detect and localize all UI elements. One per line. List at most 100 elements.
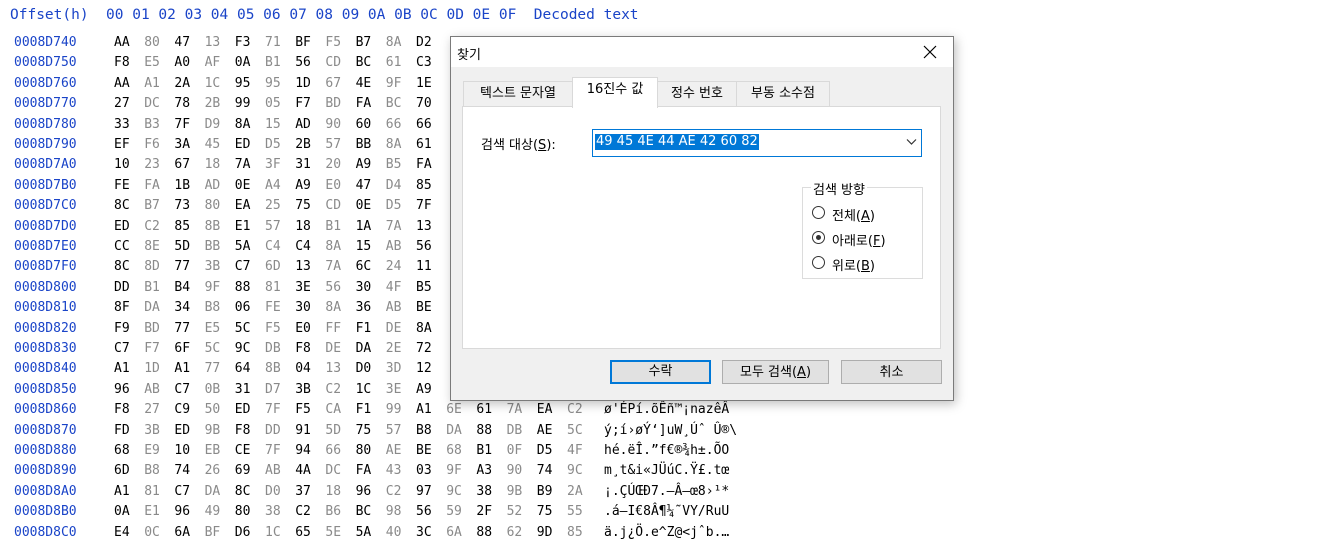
hex-byte[interactable]: 75 — [537, 504, 553, 519]
hex-byte[interactable]: AB — [144, 382, 160, 397]
hex-byte[interactable]: C2 — [325, 382, 341, 397]
hex-byte[interactable]: 8B — [265, 361, 281, 376]
hex-byte[interactable]: 91 — [295, 423, 311, 438]
hex-byte[interactable]: 43 — [386, 463, 402, 478]
hex-byte[interactable]: B9 — [537, 484, 553, 499]
hex-byte[interactable]: E1 — [144, 504, 160, 519]
hex-byte[interactable]: 57 — [386, 423, 402, 438]
hex-byte[interactable]: 9C — [567, 463, 583, 478]
hex-byte[interactable]: 73 — [174, 198, 190, 213]
hex-byte[interactable]: 99 — [386, 402, 402, 417]
hex-byte[interactable]: 5E — [325, 525, 341, 540]
hex-byte[interactable]: 3C — [416, 525, 432, 540]
hex-byte[interactable]: 5D — [174, 239, 190, 254]
hex-byte[interactable]: 71 — [265, 35, 281, 50]
hex-byte[interactable]: B4 — [174, 280, 190, 295]
hex-byte[interactable]: 2F — [476, 504, 492, 519]
hex-byte[interactable]: F5 — [325, 35, 341, 50]
hex-byte[interactable]: 1D — [144, 361, 160, 376]
hex-byte[interactable]: BF — [205, 525, 221, 540]
hex-byte[interactable]: 56 — [325, 280, 341, 295]
hex-byte[interactable]: 47 — [174, 35, 190, 50]
hex-byte[interactable]: AB — [386, 300, 402, 315]
hex-byte[interactable]: 72 — [416, 341, 432, 356]
hex-byte[interactable]: 94 — [295, 443, 311, 458]
hex-byte[interactable]: A1 — [114, 484, 130, 499]
hex-byte[interactable]: 2A — [174, 76, 190, 91]
hex-byte[interactable]: 1C — [265, 525, 281, 540]
hex-byte[interactable]: 8E — [144, 239, 160, 254]
hex-byte[interactable]: 5C — [567, 423, 583, 438]
hex-byte[interactable]: 95 — [265, 76, 281, 91]
hex-byte[interactable]: 1E — [416, 76, 432, 91]
hex-byte[interactable]: 52 — [507, 504, 523, 519]
hex-byte[interactable]: F8 — [114, 55, 130, 70]
hex-byte[interactable]: 7F — [265, 443, 281, 458]
hex-byte[interactable]: 61 — [476, 402, 492, 417]
chevron-down-icon[interactable] — [906, 138, 917, 146]
hex-byte[interactable]: 98 — [386, 504, 402, 519]
hex-byte[interactable]: 88 — [476, 423, 492, 438]
hex-byte[interactable]: E5 — [144, 55, 160, 70]
hex-byte[interactable]: 7A — [386, 219, 402, 234]
hex-byte[interactable]: FA — [416, 157, 432, 172]
hex-byte[interactable]: 4F — [386, 280, 402, 295]
hex-byte[interactable]: 7A — [507, 402, 523, 417]
hex-byte[interactable]: E0 — [325, 178, 341, 193]
hex-byte[interactable]: C2 — [295, 504, 311, 519]
hex-byte[interactable]: 8C — [114, 198, 130, 213]
hex-byte[interactable]: 45 — [205, 137, 221, 152]
hex-byte[interactable]: 2B — [205, 96, 221, 111]
hex-byte[interactable]: 1B — [174, 178, 190, 193]
hex-byte[interactable]: D7 — [265, 382, 281, 397]
hex-byte[interactable]: 1A — [356, 219, 372, 234]
hex-byte[interactable]: F5 — [265, 321, 281, 336]
hex-byte[interactable]: 5D — [325, 423, 341, 438]
hex-byte[interactable]: C2 — [144, 219, 160, 234]
hex-byte[interactable]: A9 — [295, 178, 311, 193]
hex-byte[interactable]: 9B — [507, 484, 523, 499]
hex-byte[interactable]: 9B — [205, 423, 221, 438]
hex-byte[interactable]: 80 — [144, 35, 160, 50]
hex-byte[interactable]: 66 — [416, 117, 432, 132]
hex-byte[interactable]: A1 — [144, 76, 160, 91]
hex-byte[interactable]: 3A — [174, 137, 190, 152]
hex-byte[interactable]: 68 — [446, 443, 462, 458]
hex-byte[interactable]: AD — [295, 117, 311, 132]
hex-byte[interactable]: 0E — [235, 178, 251, 193]
hex-byte[interactable]: BE — [416, 443, 432, 458]
search-target-value[interactable]: 49 45 4E 44 AE 42 60 82 — [595, 134, 759, 150]
hex-byte[interactable]: C7 — [235, 259, 251, 274]
hex-byte[interactable]: 04 — [295, 361, 311, 376]
hex-byte[interactable]: 7A — [235, 157, 251, 172]
hex-byte[interactable]: A1 — [416, 402, 432, 417]
hex-byte[interactable]: 1D — [295, 76, 311, 91]
hex-byte[interactable]: DA — [205, 484, 221, 499]
hex-byte[interactable]: 47 — [356, 178, 372, 193]
hex-byte[interactable]: AB — [386, 239, 402, 254]
hex-byte[interactable]: 9F — [205, 280, 221, 295]
hex-byte[interactable]: 80 — [356, 443, 372, 458]
hex-byte[interactable]: 0C — [144, 525, 160, 540]
hex-byte[interactable]: 6F — [174, 341, 190, 356]
hex-byte[interactable]: 13 — [325, 361, 341, 376]
hex-byte[interactable]: FE — [114, 178, 130, 193]
hex-byte[interactable]: 3B — [295, 382, 311, 397]
hex-byte[interactable]: B7 — [356, 35, 372, 50]
hex-byte[interactable]: 3E — [295, 280, 311, 295]
accept-button[interactable]: 수락 — [610, 360, 711, 384]
hex-byte[interactable]: 3D — [386, 361, 402, 376]
hex-byte[interactable]: B7 — [144, 198, 160, 213]
hex-byte[interactable]: 81 — [144, 484, 160, 499]
hex-byte[interactable]: B5 — [386, 157, 402, 172]
hex-byte[interactable]: C7 — [174, 382, 190, 397]
hex-byte[interactable]: D2 — [416, 35, 432, 50]
hex-byte[interactable]: 24 — [386, 259, 402, 274]
hex-byte[interactable]: 95 — [235, 76, 251, 91]
hex-byte[interactable]: 7A — [325, 259, 341, 274]
hex-byte[interactable]: 8C — [114, 259, 130, 274]
hex-byte[interactable]: 2B — [295, 137, 311, 152]
hex-byte[interactable]: 90 — [507, 463, 523, 478]
hex-byte[interactable]: A3 — [476, 463, 492, 478]
hex-byte[interactable]: 5A — [356, 525, 372, 540]
